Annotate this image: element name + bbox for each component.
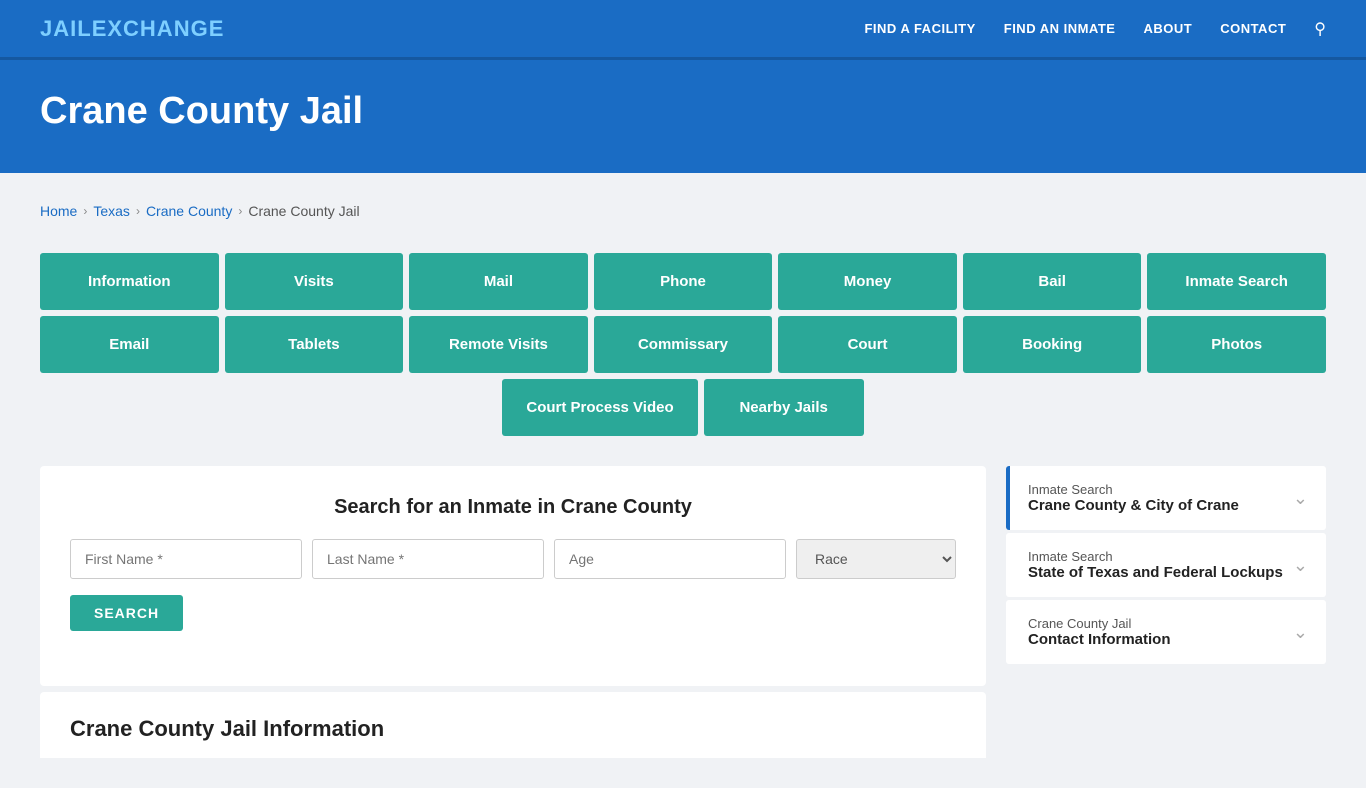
logo-accent: EXCHANGE — [92, 16, 225, 41]
breadcrumb-texas[interactable]: Texas — [93, 203, 130, 219]
age-input[interactable] — [554, 539, 786, 579]
btn-commissary[interactable]: Commissary — [594, 316, 773, 373]
btn-email[interactable]: Email — [40, 316, 219, 373]
breadcrumb: Home › Texas › Crane County › Crane Coun… — [40, 193, 1326, 229]
page-title: Crane County Jail — [40, 90, 1326, 133]
breadcrumb-sep2: › — [136, 204, 140, 218]
nav-grid-row1: Information Visits Mail Phone Money Bail… — [40, 253, 1326, 310]
btn-money[interactable]: Money — [778, 253, 957, 310]
search-icon[interactable]: ⚲ — [1314, 19, 1326, 39]
info-section: Crane County Jail Information — [40, 692, 986, 758]
sidebar-label-1: Inmate Search — [1028, 549, 1283, 564]
btn-photos[interactable]: Photos — [1147, 316, 1326, 373]
search-button[interactable]: SEARCH — [70, 595, 183, 631]
sidebar-label-0: Inmate Search — [1028, 482, 1239, 497]
last-name-input[interactable] — [312, 539, 544, 579]
first-name-input[interactable] — [70, 539, 302, 579]
btn-remote-visits[interactable]: Remote Visits — [409, 316, 588, 373]
btn-visits[interactable]: Visits — [225, 253, 404, 310]
main-layout: Search for an Inmate in Crane County Rac… — [40, 466, 1326, 758]
sidebar-item-text-1: Inmate Search State of Texas and Federal… — [1028, 549, 1283, 581]
nav-find-inmate[interactable]: FIND AN INMATE — [1004, 21, 1116, 36]
sidebar-item-1[interactable]: Inmate Search State of Texas and Federal… — [1006, 533, 1326, 597]
nav-about[interactable]: ABOUT — [1143, 21, 1192, 36]
btn-information[interactable]: Information — [40, 253, 219, 310]
btn-court-process-video[interactable]: Court Process Video — [502, 379, 697, 436]
info-heading-title: Crane County Jail Information — [70, 716, 956, 742]
btn-inmate-search[interactable]: Inmate Search — [1147, 253, 1326, 310]
btn-court[interactable]: Court — [778, 316, 957, 373]
race-select[interactable]: Race White Black Hispanic Asian Other — [796, 539, 956, 579]
btn-booking[interactable]: Booking — [963, 316, 1142, 373]
breadcrumb-crane-county[interactable]: Crane County — [146, 203, 232, 219]
sidebar-item-2[interactable]: Crane County Jail Contact Information ⌄ — [1006, 600, 1326, 664]
search-title: Search for an Inmate in Crane County — [70, 496, 956, 519]
left-column: Search for an Inmate in Crane County Rac… — [40, 466, 986, 758]
breadcrumb-sep1: › — [83, 204, 87, 218]
sidebar-sublabel-1: State of Texas and Federal Lockups — [1028, 564, 1283, 581]
nav-contact[interactable]: CONTACT — [1220, 21, 1286, 36]
content-area: Home › Texas › Crane County › Crane Coun… — [0, 173, 1366, 788]
nav-grid-row3: Court Process Video Nearby Jails — [40, 379, 1326, 436]
sidebar-label-2: Crane County Jail — [1028, 616, 1171, 631]
sidebar-item-text-0: Inmate Search Crane County & City of Cra… — [1028, 482, 1239, 514]
btn-phone[interactable]: Phone — [594, 253, 773, 310]
nav-find-facility[interactable]: FIND A FACILITY — [864, 21, 975, 36]
btn-tablets[interactable]: Tablets — [225, 316, 404, 373]
breadcrumb-current: Crane County Jail — [248, 203, 359, 219]
logo-text1: JAIL — [40, 16, 92, 41]
sidebar-item-0[interactable]: Inmate Search Crane County & City of Cra… — [1006, 466, 1326, 530]
search-fields: Race White Black Hispanic Asian Other — [70, 539, 956, 579]
breadcrumb-home[interactable]: Home — [40, 203, 77, 219]
sidebar-sublabel-0: Crane County & City of Crane — [1028, 497, 1239, 514]
btn-bail[interactable]: Bail — [963, 253, 1142, 310]
btn-nearby-jails[interactable]: Nearby Jails — [704, 379, 864, 436]
breadcrumb-sep3: › — [238, 204, 242, 218]
chevron-icon-2: ⌄ — [1293, 622, 1308, 643]
sidebar-sublabel-2: Contact Information — [1028, 631, 1171, 648]
site-logo[interactable]: JAILEXCHANGE — [40, 16, 224, 42]
nav-grid-row2: Email Tablets Remote Visits Commissary C… — [40, 316, 1326, 373]
hero-section: Crane County Jail — [0, 60, 1366, 173]
btn-mail[interactable]: Mail — [409, 253, 588, 310]
chevron-icon-1: ⌄ — [1293, 555, 1308, 576]
search-panel: Search for an Inmate in Crane County Rac… — [40, 466, 986, 686]
sidebar: Inmate Search Crane County & City of Cra… — [1006, 466, 1326, 667]
chevron-icon-0: ⌄ — [1293, 488, 1308, 509]
main-nav: FIND A FACILITY FIND AN INMATE ABOUT CON… — [864, 19, 1326, 39]
sidebar-item-text-2: Crane County Jail Contact Information — [1028, 616, 1171, 648]
